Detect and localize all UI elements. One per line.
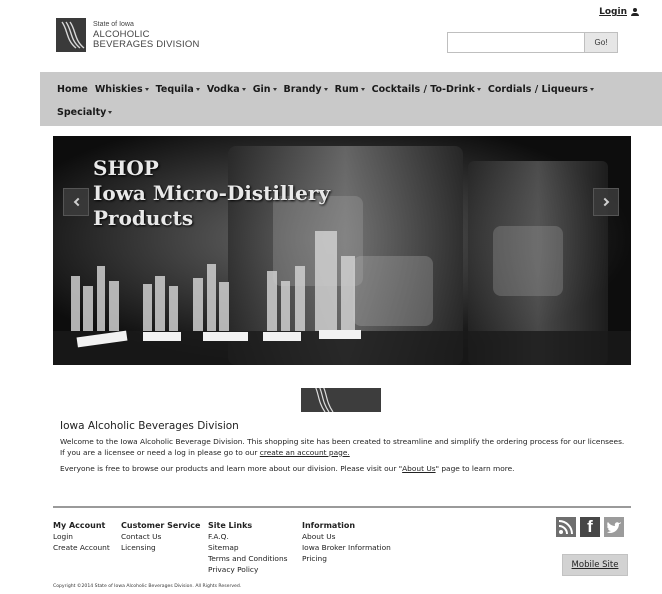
caret-down-icon	[360, 87, 365, 91]
footer-link-contact-us[interactable]: Contact Us	[121, 531, 208, 542]
caret-down-icon	[272, 87, 277, 91]
caret-down-icon	[476, 87, 481, 91]
nav-item-rum[interactable]: Rum	[335, 84, 365, 95]
footer-heading: Customer Service	[121, 521, 201, 530]
footer-col-customer-service: Customer Service Contact Us Licensing	[121, 520, 208, 575]
nav-label: Brandy	[283, 83, 322, 95]
rss-icon[interactable]	[556, 517, 576, 537]
copyright-text: Copyright ©2014 State of Iowa Alcoholic …	[53, 584, 242, 589]
nav-item-cocktails[interactable]: Cocktails / To-Drink	[372, 84, 481, 95]
mobile-site-button[interactable]: Mobile Site	[562, 554, 628, 576]
footer-link-faq[interactable]: F.A.Q.	[208, 531, 302, 542]
login-label: Login	[599, 7, 627, 17]
user-icon	[631, 8, 639, 16]
caret-down-icon	[323, 87, 328, 91]
carousel-next-button[interactable]	[593, 188, 619, 216]
divider-logo-icon	[301, 385, 381, 413]
login-link[interactable]: Login	[599, 7, 639, 17]
footer-link-privacy[interactable]: Privacy Policy	[208, 564, 302, 575]
footer-col-site-links: Site Links F.A.Q. Sitemap Terms and Cond…	[208, 520, 302, 575]
nav-item-vodka[interactable]: Vodka	[207, 84, 246, 95]
footer-link-create-account[interactable]: Create Account	[53, 542, 121, 553]
caret-down-icon	[108, 110, 113, 114]
hero-carousel[interactable]: SHOP Iowa Micro-Distillery Products	[53, 136, 631, 365]
nav-label: Specialty	[57, 106, 107, 118]
twitter-icon[interactable]	[604, 517, 624, 537]
logo-text: State of Iowa ALCOHOLIC BEVERAGES DIVISI…	[93, 20, 200, 50]
facebook-icon[interactable]: f	[580, 517, 600, 537]
intro-paragraph-1: Welcome to the Iowa Alcoholic Beverage D…	[60, 437, 630, 458]
search-button[interactable]: Go!	[585, 32, 618, 53]
main-nav: Home Whiskies Tequila Vodka Gin Brandy R…	[40, 72, 662, 126]
footer-heading: My Account	[53, 521, 106, 530]
footer-links: My Account Login Create Account Customer…	[53, 520, 422, 575]
search-form: Go!	[447, 32, 618, 53]
nav-item-brandy[interactable]: Brandy	[284, 84, 328, 95]
nav-row-2: Specialty	[57, 102, 662, 122]
intro-paragraph-2: Everyone is free to browse our products …	[60, 464, 630, 475]
hero-title: SHOP Iowa Micro-Distillery Products	[93, 156, 330, 231]
intro-p2-text-a: Everyone is free to browse our products …	[60, 464, 403, 473]
nav-label: Whiskies	[94, 83, 143, 95]
search-input[interactable]	[447, 32, 585, 53]
intro-title: Iowa Alcoholic Beverages Division	[60, 420, 239, 432]
nav-item-specialty[interactable]: Specialty	[57, 106, 113, 118]
footer-link-terms[interactable]: Terms and Conditions	[208, 553, 302, 564]
create-account-link[interactable]: create an account page.	[260, 448, 350, 457]
hero-title-line-1: SHOP	[93, 156, 159, 180]
nav-label: Cordials / Liqueurs	[487, 83, 588, 95]
nav-label: Tequila	[155, 83, 194, 95]
nav-label: Cocktails / To-Drink	[371, 83, 475, 95]
footer-link-licensing[interactable]: Licensing	[121, 542, 208, 553]
nav-item-cordials[interactable]: Cordials / Liqueurs	[488, 84, 594, 95]
nav-item-whiskies[interactable]: Whiskies	[95, 84, 149, 95]
intro-p2-text-b: " page to learn more.	[435, 464, 515, 473]
footer-link-broker-info[interactable]: Iowa Broker Information	[302, 542, 422, 553]
footer-heading: Information	[302, 521, 356, 530]
carousel-prev-button[interactable]	[63, 188, 89, 216]
chevron-right-icon	[600, 197, 609, 207]
nav-label: Rum	[334, 83, 359, 95]
caret-down-icon	[144, 87, 149, 91]
caret-down-icon	[195, 87, 200, 91]
chevron-left-icon	[73, 197, 82, 207]
social-links: f	[556, 517, 624, 537]
footer-col-information: Information About Us Iowa Broker Informa…	[302, 520, 422, 575]
footer-link-pricing[interactable]: Pricing	[302, 553, 422, 564]
footer-link-login[interactable]: Login	[53, 531, 121, 542]
intro-section: Iowa Alcoholic Beverages Division Welcom…	[60, 420, 630, 481]
nav-label: Gin	[252, 83, 271, 95]
nav-row-1: Home Whiskies Tequila Vodka Gin Brandy R…	[57, 79, 662, 99]
nav-label: Vodka	[206, 83, 240, 95]
nav-label: Home	[57, 83, 88, 95]
about-us-link[interactable]: About Us	[402, 464, 435, 473]
footer-link-about-us[interactable]: About Us	[302, 531, 422, 542]
nav-item-home[interactable]: Home	[57, 84, 88, 95]
footer-divider	[53, 506, 631, 508]
logo-line-3: BEVERAGES DIVISION	[93, 39, 200, 50]
caret-down-icon	[589, 87, 594, 91]
footer-heading: Site Links	[208, 521, 253, 530]
nav-item-gin[interactable]: Gin	[253, 84, 277, 95]
caret-down-icon	[241, 87, 246, 91]
footer-link-sitemap[interactable]: Sitemap	[208, 542, 302, 553]
footer-col-my-account: My Account Login Create Account	[53, 520, 121, 575]
logo-mark-icon	[56, 18, 86, 52]
hero-title-line-2: Iowa Micro-Distillery	[93, 181, 331, 205]
hero-title-line-3: Products	[93, 206, 194, 230]
site-logo[interactable]: State of Iowa ALCOHOLIC BEVERAGES DIVISI…	[56, 18, 200, 52]
nav-item-tequila[interactable]: Tequila	[156, 84, 200, 95]
